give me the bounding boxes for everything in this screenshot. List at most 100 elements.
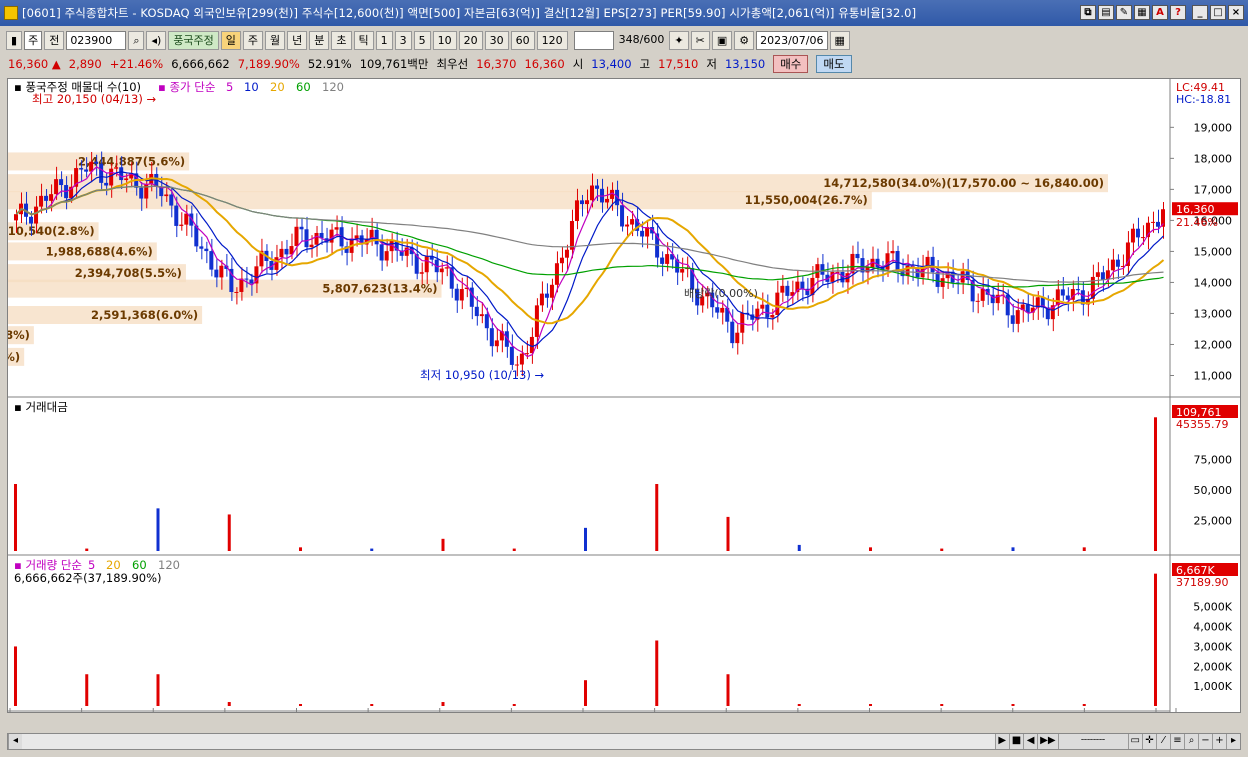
candle-body: [574, 200, 579, 222]
candle-body: [34, 206, 39, 224]
candle-body: [735, 332, 740, 344]
candle-body: [559, 257, 564, 264]
volume-bar: [512, 704, 516, 706]
count-5[interactable]: 5: [413, 30, 431, 50]
custom-count-input[interactable]: [573, 30, 614, 50]
ask-price: 16,370: [476, 57, 517, 71]
help-icon[interactable]: ?: [1170, 5, 1186, 20]
x-tick-label: 05: [153, 710, 167, 712]
sell-button[interactable]: 매도: [816, 55, 852, 73]
link-icon[interactable]: ⧉: [1080, 5, 1096, 20]
zoom-in-icon[interactable]: ⌕: [1184, 734, 1198, 749]
minus-icon[interactable]: −: [1198, 734, 1212, 749]
prev-icon[interactable]: ◀: [1023, 734, 1038, 749]
candle-body: [14, 214, 19, 221]
amount-value: 109,761백만: [359, 57, 429, 71]
amount-bar: [441, 538, 445, 551]
candle-body: [234, 291, 239, 293]
market-select[interactable]: 주: [24, 30, 43, 50]
amount-bar: [1082, 547, 1086, 551]
scroll-right-icon[interactable]: ▸: [1226, 734, 1240, 749]
candle-body: [625, 224, 630, 227]
scroll-left-icon[interactable]: ◂: [8, 734, 22, 749]
period-minute[interactable]: 분: [309, 30, 330, 50]
y-tick-label: 11,000: [1194, 369, 1233, 382]
volume-bar: [869, 704, 872, 706]
cut-icon[interactable]: ✂: [690, 30, 710, 50]
volume-ma-label: 60: [132, 558, 147, 572]
settings-icon[interactable]: ⚙: [734, 30, 755, 50]
volume-value: 6,666,662: [171, 57, 230, 71]
chart-area[interactable]: 14,712,580(34.0%)(17,570.00 ~ 16,840.00)…: [7, 78, 1241, 713]
fib-tool-icon[interactable]: ≡: [1170, 734, 1184, 749]
period-second[interactable]: 초: [331, 30, 352, 50]
chart-scrollbar[interactable]: ◂ ▶ ■ ◀ ▶▶ ┄┄┄┄ ▭ ✛ ⁄ ≡ ⌕ − + ▸: [7, 733, 1241, 750]
candle-body: [39, 195, 44, 207]
print-icon[interactable]: ▤: [1098, 5, 1114, 20]
candle-body: [665, 254, 670, 264]
candle-body: [569, 221, 574, 250]
zoom-slider[interactable]: ┄┄┄┄: [1057, 734, 1128, 749]
best-ask-label: 최우선: [436, 57, 469, 71]
memo-icon[interactable]: ✎: [1116, 5, 1132, 20]
lock-icon[interactable]: ▮: [6, 30, 23, 50]
count-30[interactable]: 30: [484, 30, 509, 50]
chart-canvas[interactable]: 14,712,580(34.0%)(17,570.00 ~ 16,840.00)…: [8, 79, 1240, 712]
candle-body: [114, 167, 119, 169]
y-tick-label: 2,000K: [1193, 660, 1232, 673]
count-60[interactable]: 60: [510, 30, 535, 50]
count-10[interactable]: 10: [432, 30, 457, 50]
search-icon[interactable]: ⌕: [128, 30, 145, 50]
open-price: 13,400: [591, 57, 632, 71]
save-icon[interactable]: ▣: [711, 30, 733, 50]
tool-icon[interactable]: ✦: [669, 30, 689, 50]
x-tick-label: 10: [511, 710, 525, 712]
stock-code-input[interactable]: 023900: [66, 30, 127, 50]
ma-period-label: 10: [244, 80, 259, 94]
period-year[interactable]: 년: [287, 30, 308, 50]
count-3[interactable]: 3: [394, 30, 412, 50]
candle-body: [494, 340, 499, 347]
view-count[interactable]: 348/600: [616, 31, 668, 50]
ma-period-label: 60: [296, 80, 311, 94]
period-month[interactable]: 월: [265, 30, 286, 50]
close-button[interactable]: ×: [1228, 5, 1244, 20]
font-icon[interactable]: A: [1152, 5, 1168, 20]
candle-body: [509, 346, 514, 365]
stop-icon[interactable]: ■: [1008, 734, 1024, 749]
code-type-button[interactable]: 전: [44, 30, 65, 50]
candle-body: [379, 244, 384, 261]
next-icon[interactable]: ▶▶: [1037, 734, 1058, 749]
plus-icon[interactable]: +: [1212, 734, 1226, 749]
volume-ma-label: 120: [158, 558, 180, 572]
period-day[interactable]: 일: [220, 30, 241, 50]
calendar-icon[interactable]: ▦: [829, 30, 850, 50]
amount-bar: [85, 548, 89, 551]
buy-button[interactable]: 매수: [773, 55, 809, 73]
period-tick[interactable]: 틱: [353, 30, 374, 50]
line-tool-icon[interactable]: ⁄: [1156, 734, 1170, 749]
volume-bar: [1154, 573, 1157, 706]
count-1[interactable]: 1: [375, 30, 393, 50]
count-120[interactable]: 120: [536, 30, 568, 50]
stock-name-field[interactable]: 풍국주정: [168, 30, 219, 50]
sound-icon[interactable]: ◂): [146, 30, 167, 50]
maximize-button[interactable]: □: [1210, 5, 1226, 20]
draw-tool-icon[interactable]: ▭: [1127, 734, 1142, 749]
crosshair-icon[interactable]: ✛: [1142, 734, 1156, 749]
candle-body: [524, 353, 529, 355]
minimize-button[interactable]: _: [1192, 5, 1208, 20]
count-20[interactable]: 20: [458, 30, 483, 50]
ma-period-label: 120: [322, 80, 344, 94]
date-input[interactable]: 2023/07/06: [756, 30, 828, 50]
candle-body: [780, 285, 785, 293]
config-icon[interactable]: ▦: [1134, 5, 1150, 20]
window-title: [0601] 주식종합차트 - KOSDAQ 외국인보유[299(천)] 주식수…: [22, 6, 917, 20]
y-tick-label: 4,000K: [1193, 621, 1232, 634]
candle-body: [730, 321, 735, 344]
play-icon[interactable]: ▶: [994, 734, 1009, 749]
candle-body: [875, 258, 880, 268]
volume-tag2: 37189.90: [1176, 576, 1229, 589]
candle-body: [935, 272, 940, 287]
period-week[interactable]: 주: [242, 30, 264, 50]
